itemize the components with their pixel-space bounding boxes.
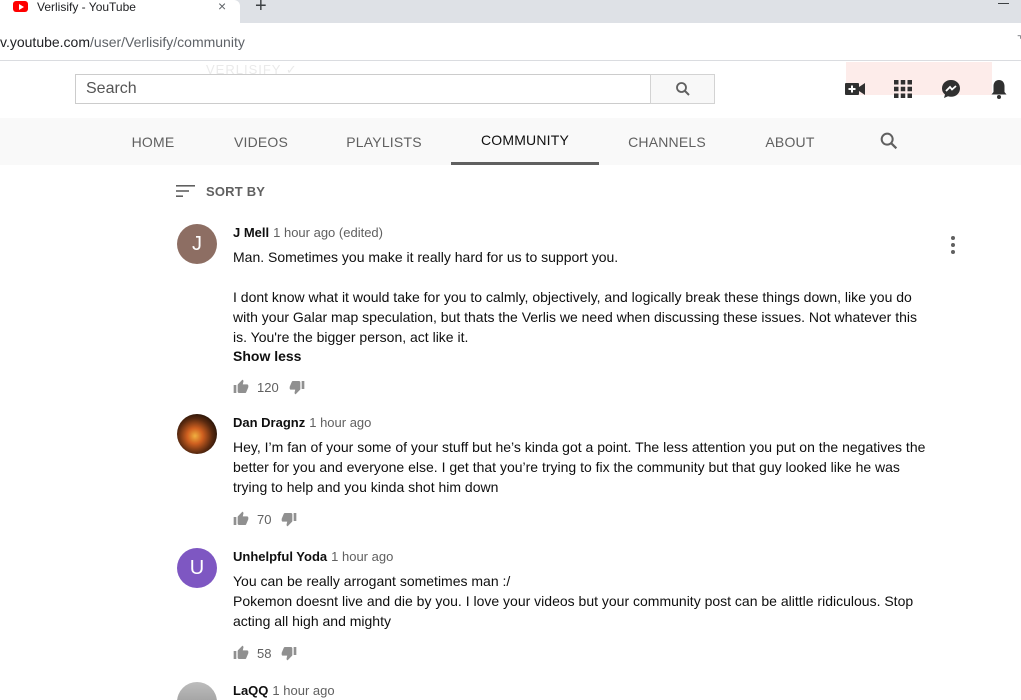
like-count: 58	[257, 645, 272, 661]
comment-time[interactable]: 1 hour ago	[331, 549, 393, 564]
avatar[interactable]	[177, 414, 217, 454]
avatar[interactable]: J	[177, 224, 217, 264]
faded-banner	[846, 62, 992, 95]
thumbs-up-icon[interactable]	[233, 645, 249, 661]
thumbs-down-icon[interactable]	[281, 511, 297, 527]
browser-tab[interactable]: Verlisify - YouTube ×	[0, 0, 240, 23]
comment-item: Dan Dragnz 1 hour ago Hey, I’m fan of you…	[177, 414, 957, 534]
comment-actions: 70	[233, 507, 933, 531]
comment-body: LaQQ 1 hour ago	[233, 682, 933, 699]
comment-item: U Unhelpful Yoda 1 hour ago You can be re…	[177, 548, 957, 668]
address-bar[interactable]: v.youtube.com/user/Verlisify/community ⌝	[0, 23, 1021, 61]
apps-grid-icon[interactable]	[891, 77, 915, 101]
comment-text: Man. Sometimes you make it really hard f…	[233, 249, 918, 345]
notifications-bell-icon[interactable]	[987, 77, 1011, 101]
comment-author[interactable]: Unhelpful Yoda	[233, 549, 327, 564]
channel-tabs: HOME VIDEOS PLAYLISTS COMMUNITY CHANNELS…	[0, 118, 1021, 165]
youtube-header: VERLISIFY ✓ Search	[0, 62, 1021, 118]
search-input[interactable]: Search	[75, 74, 651, 104]
thumbs-up-icon[interactable]	[233, 511, 249, 527]
sort-menu[interactable]: SORT BY	[176, 183, 265, 199]
create-video-icon[interactable]	[843, 77, 867, 101]
comment-body: J Mell 1 hour ago (edited) Man. Sometimes…	[233, 224, 933, 399]
show-less-button[interactable]: Show less	[233, 347, 933, 365]
comment-author[interactable]: J Mell	[233, 225, 269, 240]
avatar[interactable]	[177, 682, 217, 700]
tab-videos[interactable]: VIDEOS	[220, 118, 302, 165]
comment-actions: 58	[233, 641, 933, 665]
url-host: v.youtube.com	[0, 34, 91, 50]
like-count: 120	[257, 379, 279, 395]
window-minimize-icon[interactable]	[998, 3, 1009, 4]
comment-body: Unhelpful Yoda 1 hour ago You can be real…	[233, 548, 933, 665]
comment-time[interactable]: 1 hour ago (edited)	[273, 225, 383, 240]
new-tab-button[interactable]: +	[255, 0, 267, 16]
thumbs-down-icon[interactable]	[289, 379, 305, 395]
comment-text: You can be really arrogant sometimes man…	[233, 573, 914, 629]
channel-search-icon[interactable]	[878, 130, 900, 152]
like-count: 70	[257, 511, 272, 527]
tab-community[interactable]: COMMUNITY	[451, 118, 599, 165]
comment-body: Dan Dragnz 1 hour ago Hey, I’m fan of you…	[233, 414, 933, 531]
comment-author[interactable]: Dan Dragnz	[233, 415, 305, 430]
thumbs-up-icon[interactable]	[233, 379, 249, 395]
comment-time[interactable]: 1 hour ago	[272, 683, 334, 698]
url-text[interactable]: v.youtube.com/user/Verlisify/community	[0, 34, 245, 50]
comment-item: LaQQ 1 hour ago	[177, 682, 957, 700]
thumbs-down-icon[interactable]	[281, 645, 297, 661]
search-button[interactable]	[650, 74, 715, 104]
messages-icon[interactable]	[939, 77, 963, 101]
tab-home[interactable]: HOME	[116, 118, 190, 165]
browser-tabstrip: Verlisify - YouTube × +	[0, 0, 1021, 23]
url-path: /user/Verlisify/community	[90, 34, 245, 50]
search-icon	[676, 82, 690, 96]
sort-icon	[176, 185, 195, 197]
tab-close-icon[interactable]: ×	[218, 0, 226, 13]
comment-author[interactable]: LaQQ	[233, 683, 268, 698]
avatar[interactable]: U	[177, 548, 217, 588]
search-placeholder: Search	[86, 80, 137, 97]
comment-time[interactable]: 1 hour ago	[309, 415, 371, 430]
tab-about[interactable]: ABOUT	[750, 118, 830, 165]
youtube-favicon-icon	[13, 1, 28, 12]
more-actions-icon[interactable]	[947, 234, 959, 256]
tab-title: Verlisify - YouTube	[37, 0, 136, 14]
tab-playlists[interactable]: PLAYLISTS	[332, 118, 436, 165]
sort-label: SORT BY	[206, 183, 266, 199]
comment-text: Hey, I’m fan of your some of your stuff …	[233, 439, 930, 495]
comment-actions: 120	[233, 375, 933, 399]
address-bar-edge-icon: ⌝	[1017, 35, 1021, 46]
tab-channels[interactable]: CHANNELS	[614, 118, 720, 165]
comment-item: J J Mell 1 hour ago (edited) Man. Sometim…	[177, 224, 959, 395]
